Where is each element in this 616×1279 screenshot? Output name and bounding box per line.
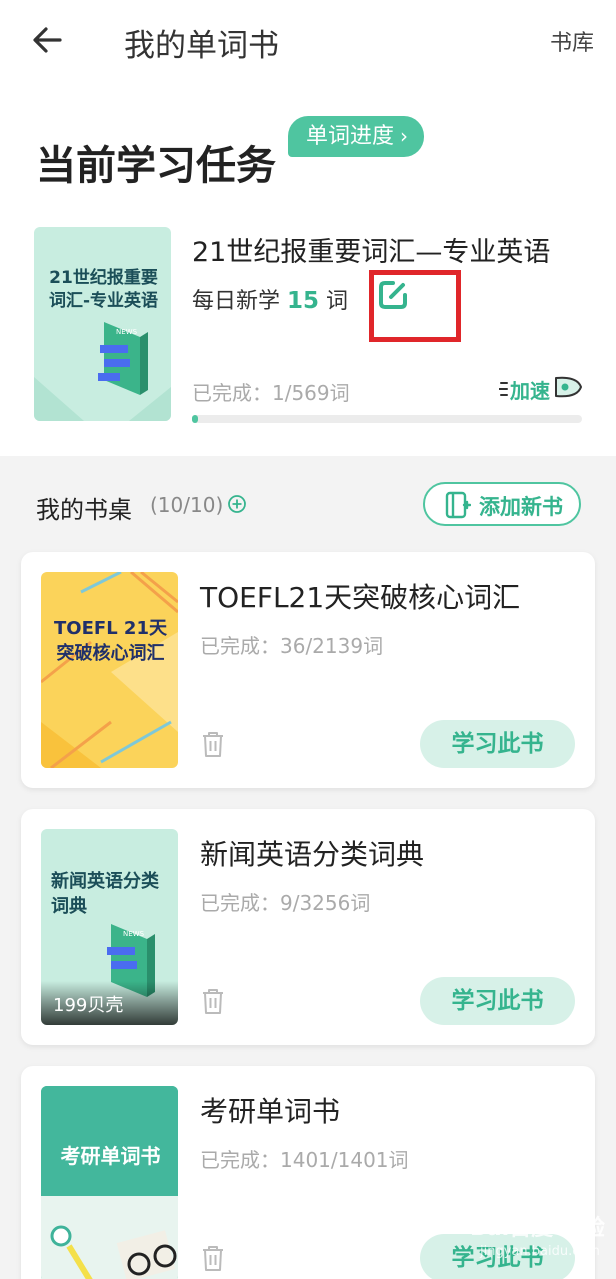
current-completed-text: 已完成：1/569词 [192, 381, 350, 405]
library-link[interactable]: 书库 [550, 25, 594, 57]
speed-up-button[interactable]: 加速 [499, 372, 585, 406]
book-card: NEWS 新闻英语分类词典 199贝壳 新闻英语分类词典 已完成：9/3256词… [21, 809, 595, 1045]
book-cover-title: 新闻英语分类词典 [51, 871, 159, 917]
add-book-icon [445, 491, 471, 519]
book-cover-title: TOEFL 21天突破核心词汇 [54, 618, 167, 664]
page-title: 我的单词书 [124, 28, 279, 64]
add-book-button[interactable]: 添加新书 [423, 482, 581, 526]
price-text: 199贝壳 [53, 995, 124, 1016]
book-cover[interactable]: TOEFL 21天突破核心词汇 [41, 572, 178, 768]
svg-text:NEWS: NEWS [123, 930, 145, 938]
trash-icon[interactable] [201, 730, 225, 758]
current-task-panel: 我的单词书 书库 当前学习任务 单词进度 › NEWS 21世纪报重要词汇-专业英… [0, 0, 616, 456]
current-cover-title: 21世纪报重要词汇-专业英语 [48, 268, 159, 311]
daily-prefix: 每日新学 [192, 289, 281, 314]
current-book-cover[interactable]: NEWS 21世纪报重要词汇-专业英语 [34, 227, 171, 421]
plus-circle-icon[interactable] [227, 494, 247, 514]
svg-text:NEWS: NEWS [116, 328, 138, 336]
news-illustration-icon: NEWS [34, 322, 171, 421]
study-book-button[interactable]: 学习此书 [420, 977, 575, 1025]
highlight-annotation-box [369, 270, 461, 342]
add-book-label: 添加新书 [479, 495, 563, 519]
book-cover-title: 考研单词书 [60, 1144, 161, 1168]
daily-count: 15 [287, 288, 320, 314]
baidu-watermark-url: jingyan.baidu.com [480, 1244, 600, 1259]
book-completed-text: 已完成：1401/1401词 [200, 1148, 409, 1172]
book-completed-text: 已完成：36/2139词 [200, 634, 384, 658]
current-progress-bar [192, 415, 582, 423]
study-book-button[interactable]: 学习此书 [420, 720, 575, 768]
book-title: 考研单词书 [200, 1095, 341, 1128]
trash-icon[interactable] [201, 1244, 225, 1272]
speed-up-label: 加速 [510, 379, 550, 403]
daily-unit: 词 [326, 289, 349, 314]
rocket-icon [555, 376, 582, 398]
current-book-title: 21世纪报重要词汇—专业英语 [192, 237, 551, 268]
cover-pattern [41, 572, 178, 768]
desk-count: (10/10) [150, 493, 224, 517]
book-title: TOEFL21天突破核心词汇 [200, 581, 521, 614]
current-progress-fill [192, 415, 198, 423]
price-badge: 199贝壳 [41, 981, 178, 1025]
book-cover[interactable]: NEWS 新闻英语分类词典 199贝壳 [41, 829, 178, 1025]
book-cover[interactable]: 考研单词书 [41, 1086, 178, 1279]
book-title: 新闻英语分类词典 [200, 838, 425, 871]
back-arrow-icon[interactable] [28, 22, 68, 58]
chevron-right-icon: › [400, 124, 409, 148]
speed-lines-icon [499, 382, 508, 396]
baidu-watermark: Bai百度 经验 [470, 1216, 605, 1241]
word-progress-button[interactable]: 单词进度 › [288, 116, 425, 157]
daily-new-words: 每日新学 15 词 [192, 283, 348, 315]
current-task-heading: 当前学习任务 [36, 143, 276, 189]
word-progress-label: 单词进度 [306, 124, 395, 149]
book-card: TOEFL 21天突破核心词汇 TOEFL21天突破核心词汇 已完成：36/21… [21, 552, 595, 788]
book-completed-text: 已完成：9/3256词 [200, 891, 371, 915]
exam-illustration-icon [41, 1086, 178, 1279]
trash-icon[interactable] [201, 987, 225, 1015]
desk-heading: 我的书桌 [36, 496, 132, 524]
